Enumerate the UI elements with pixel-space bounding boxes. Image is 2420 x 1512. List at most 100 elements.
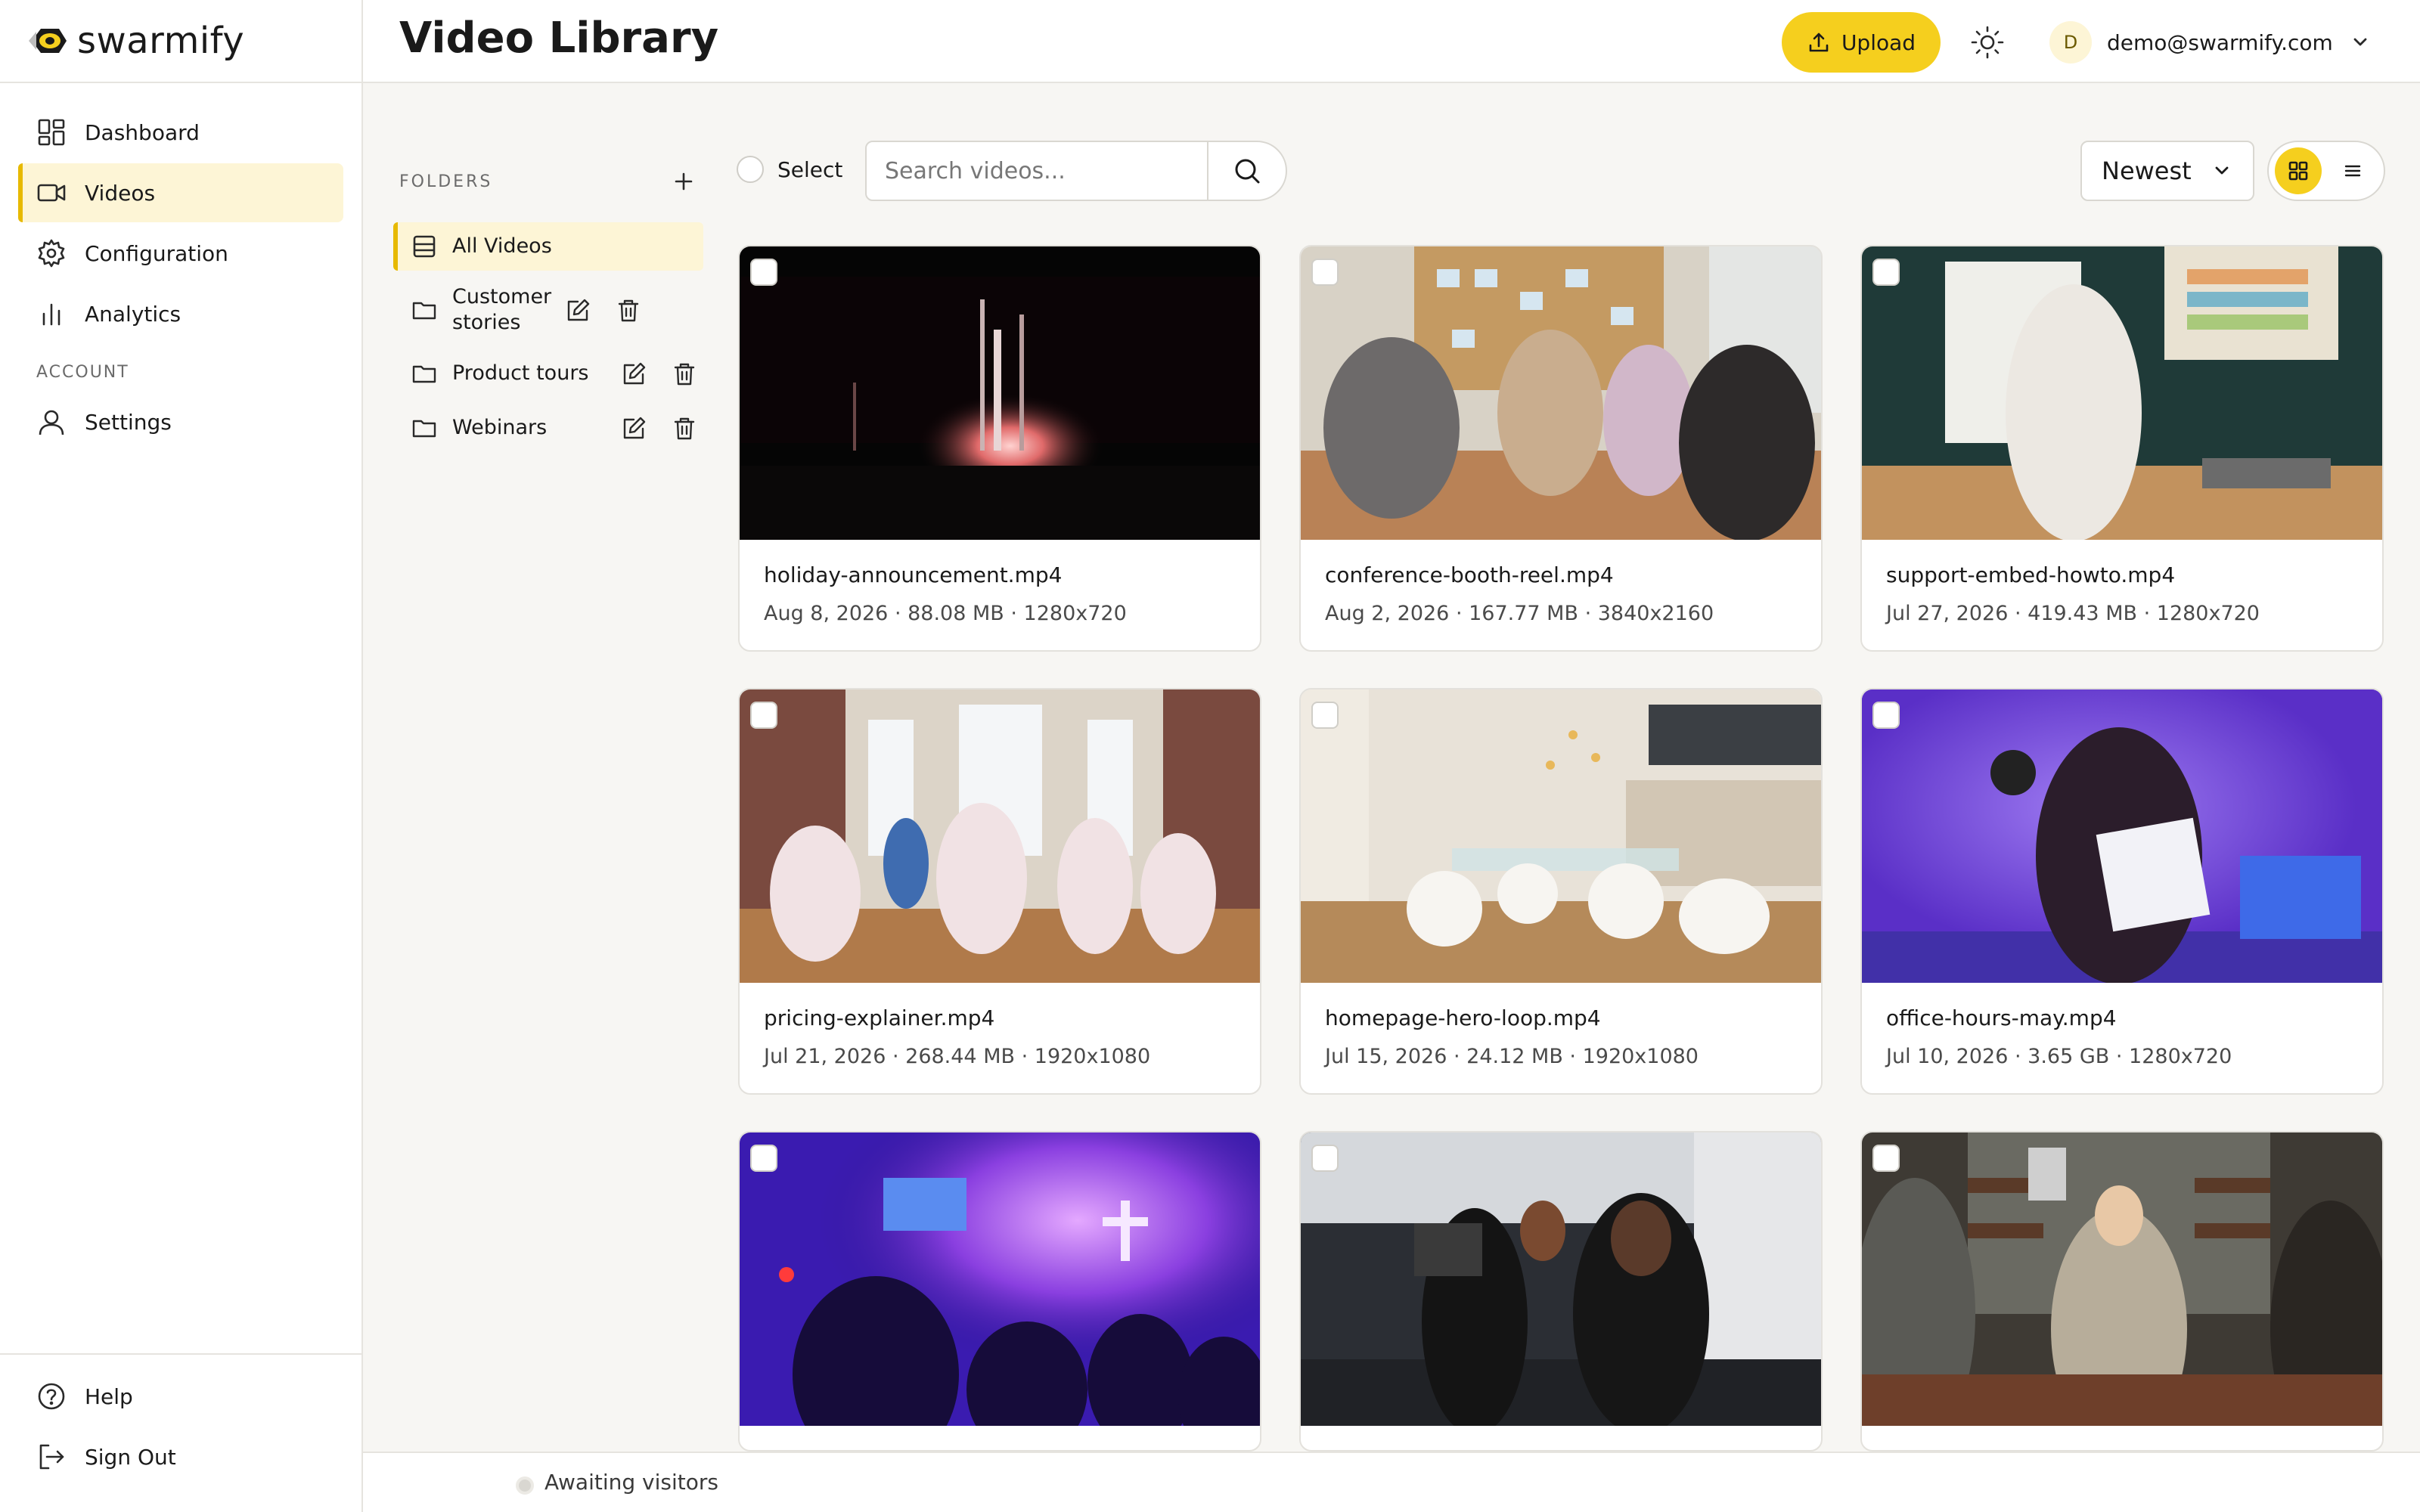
library-icon xyxy=(413,235,436,258)
chevron-down-icon xyxy=(2353,38,2367,46)
video-title: homepage-hero-loop.mp4 xyxy=(1325,1005,1601,1030)
top-header: Video Library Upload D demo@swarmify.com xyxy=(363,0,2420,83)
sidebar-item-label: Settings xyxy=(85,409,172,435)
upload-button[interactable]: Upload xyxy=(1782,12,1941,73)
sidebar-item-label: Dashboard xyxy=(85,119,200,145)
main-nav: Dashboard Videos Configuration Analytics… xyxy=(18,103,343,453)
video-select-checkbox[interactable] xyxy=(750,1145,777,1172)
swarmify-logo-icon xyxy=(29,29,67,53)
video-meta: Jul 15, 2026 · 24.12 MB · 1920x1080 xyxy=(1325,1045,1699,1068)
search-input[interactable] xyxy=(865,141,1208,201)
trash-icon[interactable] xyxy=(672,415,697,441)
trash-icon[interactable] xyxy=(616,297,641,323)
list-view-button[interactable] xyxy=(2329,147,2376,194)
plus-icon[interactable] xyxy=(670,168,697,195)
folder-item-webinars[interactable]: Webinars xyxy=(393,404,703,452)
trash-icon[interactable] xyxy=(672,361,697,386)
folder-actions xyxy=(622,361,697,386)
page-title: Video Library xyxy=(399,14,719,63)
video-card[interactable]: holiday-announcement.mp4 Aug 8, 2026 · 8… xyxy=(738,245,1261,652)
folders-header: FOLDERS xyxy=(393,151,703,212)
video-title: holiday-announcement.mp4 xyxy=(764,562,1063,587)
status-indicator xyxy=(516,1476,534,1495)
video-select-checkbox[interactable] xyxy=(750,702,777,729)
select-toggle[interactable]: Select xyxy=(737,156,842,183)
sidebar-item-help[interactable]: Help xyxy=(18,1367,345,1426)
view-toggle xyxy=(2267,141,2385,201)
video-thumbnail[interactable] xyxy=(740,1132,1260,1426)
sidebar-item-label: Videos xyxy=(85,180,156,206)
video-select-checkbox[interactable] xyxy=(1872,702,1900,729)
video-select-checkbox[interactable] xyxy=(1311,259,1339,286)
sidebar-item-settings[interactable]: Settings xyxy=(18,392,343,451)
video-thumbnail[interactable] xyxy=(1862,246,2382,540)
logo[interactable]: swarmify xyxy=(24,17,244,65)
user-icon xyxy=(39,410,64,435)
video-thumbnail[interactable] xyxy=(1862,1132,2382,1426)
video-select-checkbox[interactable] xyxy=(1311,702,1339,729)
sidebar-item-label: Configuration xyxy=(85,240,228,266)
search-button[interactable] xyxy=(1207,141,1287,201)
folder-label: All Videos xyxy=(452,234,552,258)
video-thumbnail[interactable] xyxy=(740,689,1260,983)
video-select-checkbox[interactable] xyxy=(1872,259,1900,286)
folder-item-product-tours[interactable]: Product tours xyxy=(393,349,703,398)
sort-value: Newest xyxy=(2102,156,2192,185)
sidebar-item-dashboard[interactable]: Dashboard xyxy=(18,103,343,162)
edit-icon[interactable] xyxy=(566,297,591,323)
sidebar-item-label: Sign Out xyxy=(85,1444,176,1470)
video-card[interactable]: support-embed-howto.mp4 Jul 27, 2026 · 4… xyxy=(1860,245,2384,652)
video-card[interactable] xyxy=(738,1131,1261,1452)
dashboard-icon xyxy=(38,119,65,146)
video-select-checkbox[interactable] xyxy=(1311,1145,1339,1172)
video-thumbnail[interactable] xyxy=(1862,689,2382,983)
sidebar-item-videos[interactable]: Videos xyxy=(18,163,343,222)
user-email: demo@swarmify.com xyxy=(2107,29,2333,55)
folders-title: FOLDERS xyxy=(399,172,493,191)
bar-chart-icon xyxy=(42,303,60,326)
gear-icon xyxy=(38,239,65,268)
folder-actions xyxy=(566,297,641,323)
folders-panel: FOLDERS All Videos Customer stories Prod… xyxy=(393,151,703,452)
sidebar-item-configuration[interactable]: Configuration xyxy=(18,224,343,283)
video-meta: Jul 10, 2026 · 3.65 GB · 1280x720 xyxy=(1886,1045,2232,1068)
sidebar-item-sign-out[interactable]: Sign Out xyxy=(18,1427,345,1486)
folder-icon xyxy=(412,365,436,383)
sidebar-item-analytics[interactable]: Analytics xyxy=(18,284,343,343)
grid-view-button[interactable] xyxy=(2275,147,2322,194)
video-thumbnail[interactable] xyxy=(1301,689,1821,983)
grid-icon xyxy=(2288,161,2308,181)
video-title: support-embed-howto.mp4 xyxy=(1886,562,2176,587)
chevron-down-icon xyxy=(2215,166,2229,175)
folder-item-all-videos[interactable]: All Videos xyxy=(393,222,703,271)
folder-icon xyxy=(412,302,436,320)
list-icon xyxy=(2344,165,2361,177)
video-thumbnail[interactable] xyxy=(740,246,1260,540)
video-select-checkbox[interactable] xyxy=(1872,1145,1900,1172)
edit-icon[interactable] xyxy=(622,361,647,386)
video-card[interactable]: homepage-hero-loop.mp4 Jul 15, 2026 · 24… xyxy=(1299,688,1823,1095)
sort-select[interactable]: Newest xyxy=(2080,141,2254,201)
video-card[interactable]: conference-booth-reel.mp4 Aug 2, 2026 · … xyxy=(1299,245,1823,652)
folder-item-customer-stories[interactable]: Customer stories xyxy=(393,277,703,343)
user-menu[interactable]: D demo@swarmify.com xyxy=(2049,20,2372,65)
video-card[interactable] xyxy=(1299,1131,1823,1452)
video-thumbnail[interactable] xyxy=(1301,246,1821,540)
video-card[interactable] xyxy=(1860,1131,2384,1452)
folder-label: Customer stories xyxy=(452,285,552,334)
upload-button-label: Upload xyxy=(1841,29,1916,55)
search-icon xyxy=(1235,159,1260,184)
sidebar: swarmify Dashboard Videos Configuration xyxy=(0,0,363,1512)
help-circle-icon xyxy=(38,1383,65,1410)
logo-text: swarmify xyxy=(77,20,245,62)
sidebar-bottom: Help Sign Out xyxy=(0,1353,363,1488)
sun-icon[interactable] xyxy=(1969,24,2006,60)
video-select-checkbox[interactable] xyxy=(750,259,777,286)
video-card[interactable]: office-hours-may.mp4 Jul 10, 2026 · 3.65… xyxy=(1860,688,2384,1095)
video-camera-icon xyxy=(37,184,66,202)
select-radio[interactable] xyxy=(737,156,764,183)
video-thumbnail[interactable] xyxy=(1301,1132,1821,1426)
video-meta: Aug 2, 2026 · 167.77 MB · 3840x2160 xyxy=(1325,602,1714,625)
video-card[interactable]: pricing-explainer.mp4 Jul 21, 2026 · 268… xyxy=(738,688,1261,1095)
edit-icon[interactable] xyxy=(622,415,647,441)
